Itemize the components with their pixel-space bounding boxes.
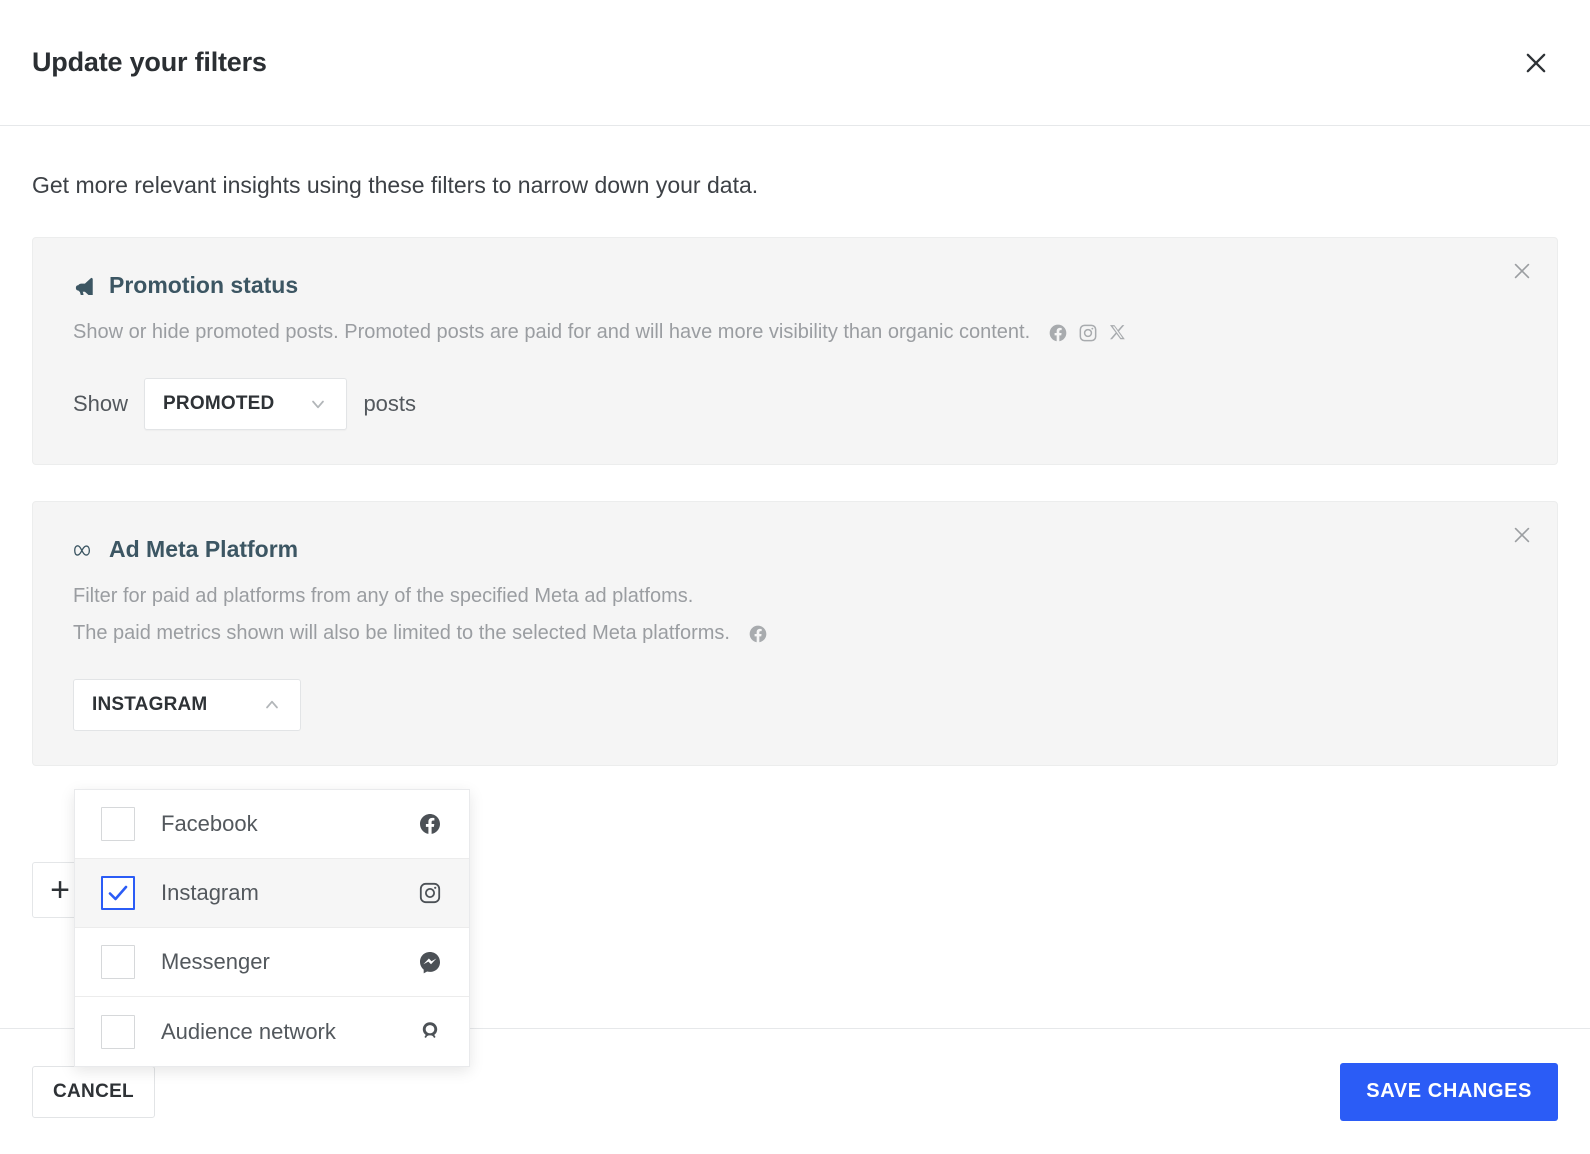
close-icon[interactable]	[1514, 41, 1558, 85]
ad-meta-platform-select-value: INSTAGRAM	[92, 694, 208, 715]
instagram-icon	[1078, 323, 1098, 343]
facebook-icon	[417, 811, 443, 837]
audience-network-icon	[417, 1019, 443, 1045]
dropdown-option-instagram[interactable]: Instagram	[75, 859, 469, 928]
filter-heading-ad-meta-platform: Ad Meta Platform	[73, 536, 1517, 563]
platform-icon-group	[1048, 323, 1128, 343]
promotion-status-select[interactable]: PROMOTED	[144, 378, 348, 430]
platform-icon-group	[748, 624, 768, 644]
update-filters-modal: Update your filters Get more relevant in…	[0, 0, 1590, 1154]
megaphone-icon	[73, 275, 95, 297]
filter-description-line1: Filter for paid ad platforms from any of…	[73, 585, 1517, 608]
dropdown-option-facebook[interactable]: Facebook	[75, 790, 469, 859]
cancel-button[interactable]: CANCEL	[32, 1065, 155, 1118]
dropdown-option-label: Instagram	[161, 880, 259, 905]
show-label: Show	[73, 391, 129, 416]
filter-card-ad-meta-platform: Ad Meta Platform Filter for paid ad plat…	[32, 501, 1558, 766]
x-twitter-icon	[1108, 323, 1128, 343]
checkbox-audience-network[interactable]	[101, 1014, 135, 1049]
checkbox-messenger[interactable]	[101, 945, 135, 979]
remove-filter-promotion-status-icon[interactable]	[1505, 254, 1539, 288]
filter-heading-promotion-status: Promotion status	[73, 272, 1517, 299]
checkbox-instagram[interactable]	[101, 876, 135, 910]
instagram-icon	[417, 880, 443, 906]
messenger-icon	[417, 949, 443, 975]
filter-title: Ad Meta Platform	[109, 536, 299, 562]
dropdown-option-label: Facebook	[161, 811, 258, 836]
dropdown-option-label: Audience network	[161, 1018, 336, 1044]
filter-description: Show or hide promoted posts. Promoted po…	[73, 321, 1517, 344]
checkbox-facebook[interactable]	[101, 807, 135, 841]
ad-meta-platform-dropdown-menu: Facebook Instagram Messenger Audience ne…	[74, 789, 470, 1067]
chevron-down-icon	[308, 394, 328, 414]
ad-meta-platform-dropdown-wrap: INSTAGRAM	[73, 679, 301, 731]
dropdown-option-label: Messenger	[161, 949, 270, 974]
ad-meta-platform-select[interactable]: INSTAGRAM	[73, 679, 301, 731]
dropdown-option-messenger[interactable]: Messenger	[75, 928, 469, 997]
filter-description-text: Filter for paid ad platforms from any of…	[73, 585, 694, 607]
chevron-up-icon	[262, 695, 282, 715]
posts-label: posts	[363, 391, 417, 416]
meta-infinity-icon	[73, 539, 95, 561]
dropdown-option-audience-network[interactable]: Audience network	[75, 997, 469, 1066]
filter-description-text: Show or hide promoted posts. Promoted po…	[73, 321, 1031, 343]
page-title: Update your filters	[32, 47, 267, 77]
promotion-status-select-value: PROMOTED	[163, 393, 275, 414]
facebook-icon	[1048, 323, 1068, 343]
remove-filter-ad-meta-platform-icon[interactable]	[1505, 518, 1539, 552]
facebook-icon	[748, 624, 768, 644]
filter-description-line2: The paid metrics shown will also be limi…	[73, 622, 1517, 645]
promotion-status-control-row: Show PROMOTED posts	[73, 378, 1517, 430]
filter-description-text: The paid metrics shown will also be limi…	[73, 622, 730, 644]
save-changes-button[interactable]: SAVE CHANGES	[1340, 1062, 1558, 1121]
intro-text: Get more relevant insights using these f…	[32, 172, 759, 198]
modal-header: Update your filters	[0, 0, 1590, 126]
filter-card-promotion-status: Promotion status Show or hide promoted p…	[32, 237, 1558, 465]
filter-title: Promotion status	[109, 272, 299, 298]
